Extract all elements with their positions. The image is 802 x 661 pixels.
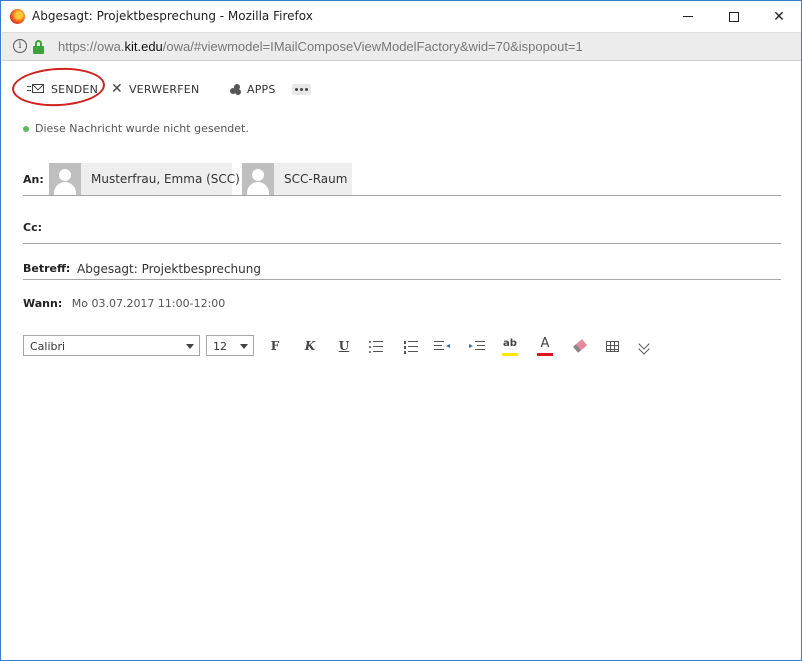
dropdown-caret-icon [240, 344, 248, 349]
address-bar[interactable]: i https://owa.kit.edu/owa/#viewmodel=IMa… [2, 32, 801, 61]
apps-button[interactable]: APPS [230, 74, 276, 104]
url-host: kit.edu [124, 39, 163, 54]
url-prefix: https://owa. [58, 39, 125, 54]
eraser-icon [572, 339, 588, 353]
numbered-list-icon [404, 340, 418, 354]
draft-status: Diese Nachricht wurde nicht gesendet. [23, 122, 249, 135]
to-label: An: [23, 173, 44, 186]
title-bar: Abgesagt: Projektbesprechung - Mozilla F… [1, 1, 801, 32]
numbered-list-button[interactable] [401, 335, 421, 357]
status-dot-icon [23, 125, 29, 132]
clear-formatting-button[interactable] [570, 335, 590, 357]
compose-toolbar: SENDEN ✕ VERWERFEN APPS [1, 74, 801, 104]
italic-icon: K [304, 339, 316, 353]
status-message: Diese Nachricht wurde nicht gesendet. [35, 122, 249, 135]
highlight-icon: ab [503, 338, 517, 349]
recipient-name: Musterfrau, Emma (SCC) [91, 172, 240, 186]
avatar-placeholder-icon [242, 163, 274, 195]
font-color-icon: A [540, 336, 550, 351]
when-value: Mo 03.07.2017 11:00-12:00 [71, 297, 226, 310]
more-options-button[interactable] [291, 74, 311, 104]
lock-icon[interactable] [33, 40, 44, 54]
font-color-button[interactable]: A [535, 335, 555, 357]
url-text[interactable]: https://owa.kit.edu/owa/#viewmodel=IMail… [58, 39, 583, 54]
browser-window: Abgesagt: Projektbesprechung - Mozilla F… [0, 0, 802, 661]
firefox-icon [10, 9, 25, 24]
font-color-bar [537, 353, 553, 356]
minimize-button[interactable] [665, 1, 711, 32]
send-label: SENDEN [51, 82, 99, 96]
decrease-indent-button[interactable] [432, 335, 452, 357]
recipient-name: SCC-Raum [284, 172, 348, 186]
when-label: Wann: [23, 297, 63, 310]
recipient-chip[interactable]: SCC-Raum [242, 163, 352, 195]
highlight-color-bar [502, 353, 518, 356]
maximize-icon [729, 11, 739, 22]
increase-indent-button[interactable] [467, 335, 487, 357]
discard-button[interactable]: ✕ VERWERFEN [111, 74, 199, 104]
formatting-toolbar: Calibri 12 F K U ab A [23, 335, 663, 357]
url-path: /owa/#viewmodel=IMailComposeViewModelFac… [162, 39, 583, 54]
discard-x-icon: ✕ [111, 81, 123, 97]
insert-table-button[interactable] [602, 335, 622, 357]
bold-button[interactable]: F [265, 335, 285, 357]
font-size-select[interactable]: 12 [206, 335, 254, 356]
cc-label: Cc: [23, 221, 42, 234]
message-body[interactable] [23, 371, 781, 651]
bold-icon: F [270, 339, 280, 353]
bullet-list-button[interactable] [366, 335, 386, 357]
underline-button[interactable]: U [334, 335, 354, 357]
to-field[interactable]: An: Musterfrau, Emma (SCC) SCC-Raum [23, 162, 781, 196]
info-icon[interactable]: i [13, 39, 27, 53]
highlight-button[interactable]: ab [500, 335, 520, 357]
recipient-chip[interactable]: Musterfrau, Emma (SCC) [49, 163, 240, 195]
more-formatting-button[interactable] [634, 335, 654, 357]
close-icon: ✕ [773, 8, 785, 25]
bullet-list-icon [369, 340, 383, 353]
subject-label: Betreff: [23, 262, 71, 275]
cc-field[interactable]: Cc: [23, 215, 781, 244]
discard-label: VERWERFEN [128, 82, 200, 96]
avatar-placeholder-icon [49, 163, 81, 195]
ellipsis-icon [291, 83, 311, 95]
underline-icon: U [338, 339, 350, 353]
decrease-indent-icon [434, 341, 450, 351]
font-family-select[interactable]: Calibri [23, 335, 200, 356]
send-button[interactable]: SENDEN [27, 74, 98, 104]
apps-icon [230, 83, 241, 95]
subject-value[interactable]: Abgesagt: Projektbesprechung [77, 262, 261, 276]
table-icon [605, 340, 619, 352]
when-row: Wann: Mo 03.07.2017 11:00-12:00 [23, 297, 225, 310]
subject-field[interactable]: Betreff: Abgesagt: Projektbesprechung [23, 258, 781, 280]
dropdown-caret-icon [186, 344, 194, 349]
font-family-value: Calibri [30, 340, 66, 353]
close-window-button[interactable]: ✕ [756, 1, 802, 32]
double-chevron-down-icon [638, 337, 650, 355]
window-title: Abgesagt: Projektbesprechung - Mozilla F… [32, 9, 313, 23]
apps-label: APPS [247, 82, 276, 96]
minimize-icon [683, 16, 693, 17]
font-size-value: 12 [213, 340, 227, 353]
increase-indent-icon [469, 341, 485, 351]
maximize-button[interactable] [711, 1, 757, 32]
send-mail-icon [27, 83, 45, 95]
italic-button[interactable]: K [300, 335, 320, 357]
